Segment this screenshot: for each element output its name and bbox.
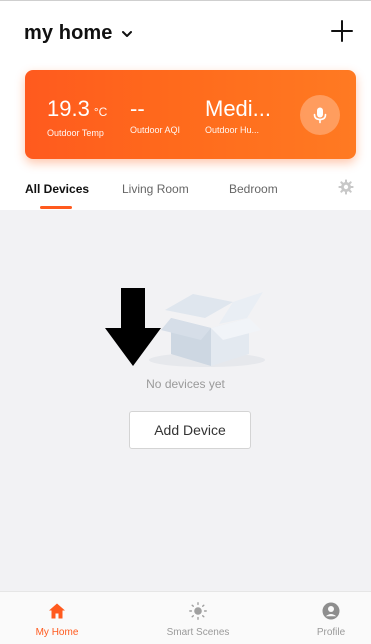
tab-bedroom[interactable]: Bedroom — [229, 182, 278, 196]
home-icon — [49, 603, 65, 619]
down-arrow — [105, 288, 161, 366]
nav-smart-scenes[interactable]: Smart Scenes — [158, 602, 238, 638]
humidity-value: Medi... — [205, 96, 272, 121]
empty-box-illustration — [149, 292, 265, 367]
outdoor-humidity: Medi... Outdoor Hu... — [205, 96, 272, 136]
temp-value: 19.3 — [47, 96, 90, 121]
top-divider — [0, 0, 371, 1]
plus-icon[interactable] — [327, 16, 357, 46]
humidity-label: Outdoor Hu... — [205, 125, 260, 135]
chevron-down-icon — [121, 30, 132, 37]
voice-button[interactable] — [300, 95, 340, 135]
room-tabs: All Devices Living Room Bedroom — [0, 176, 371, 210]
outdoor-aqi: -- Outdoor AQI — [130, 96, 181, 136]
microphone-icon — [313, 107, 327, 124]
device-list-area: No devices yet Add Device — [0, 210, 371, 591]
outdoor-temp: 19.3 °C Outdoor Temp — [47, 96, 108, 139]
aqi-label: Outdoor AQI — [130, 125, 181, 135]
nav-label-my-home: My Home — [35, 627, 79, 638]
temp-unit: °C — [93, 105, 108, 119]
bottom-nav: My Home Smart Scenes Profile — [0, 591, 371, 644]
nav-label-profile: Profile — [316, 627, 346, 638]
add-device-button[interactable]: Add Device — [129, 411, 251, 449]
user-icon — [322, 602, 340, 620]
temp-label: Outdoor Temp — [47, 128, 104, 138]
gear-icon[interactable] — [338, 179, 354, 195]
active-tab-indicator — [40, 206, 72, 209]
empty-message: No devices yet — [146, 377, 225, 391]
nav-label-smart-scenes: Smart Scenes — [166, 627, 230, 638]
home-title: my home — [24, 22, 113, 44]
tab-all-devices[interactable]: All Devices — [25, 182, 89, 196]
nav-my-home[interactable]: My Home — [17, 602, 97, 638]
home-switcher[interactable]: my home — [24, 22, 133, 45]
header: my home — [0, 14, 371, 54]
weather-card[interactable]: 19.3 °C Outdoor Temp -- Outdoor AQI Medi.… — [25, 70, 356, 159]
sun-icon — [189, 602, 207, 620]
nav-profile[interactable]: Profile — [291, 602, 371, 638]
aqi-value: -- — [130, 96, 145, 121]
tab-living-room[interactable]: Living Room — [122, 182, 189, 196]
